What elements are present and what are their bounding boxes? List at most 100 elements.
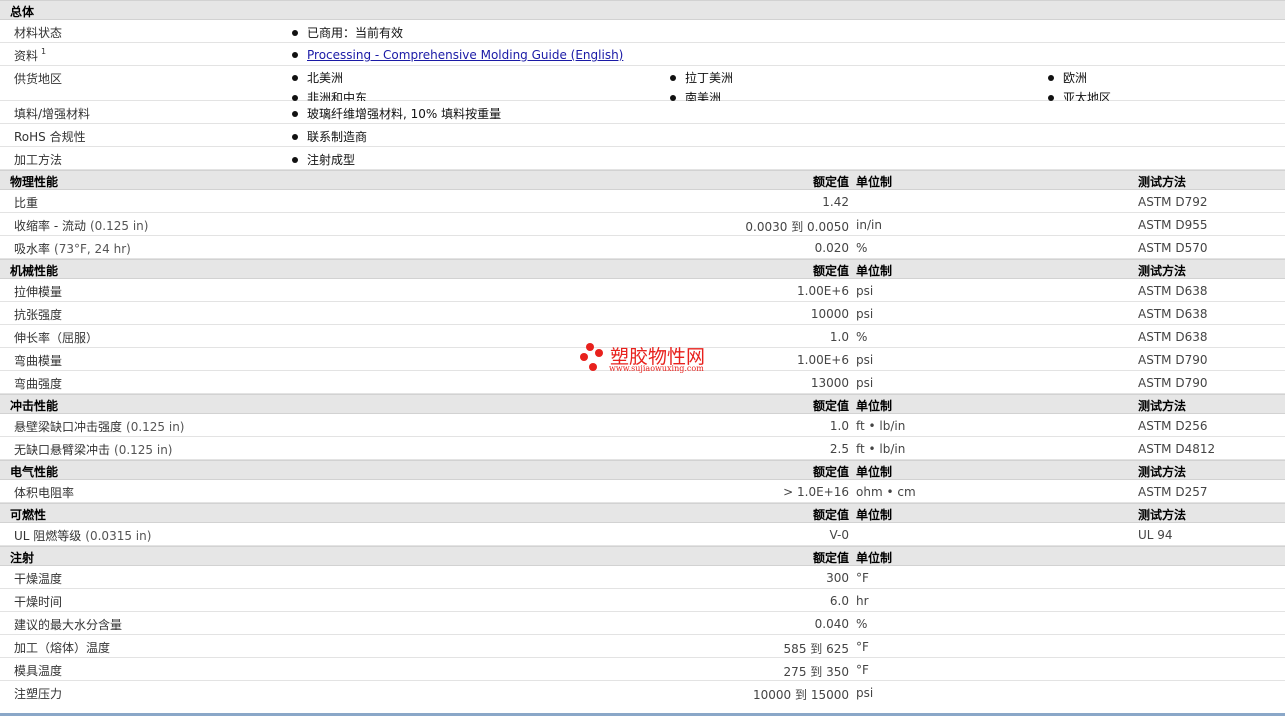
property-test-method: ASTM D4812 bbox=[1138, 442, 1216, 456]
property-value: > 1.0E+16 bbox=[783, 485, 849, 499]
property-value: 1.0 bbox=[829, 419, 849, 433]
region-north-america: 北美洲 bbox=[292, 69, 343, 86]
row-filler: 填料/增强材料 玻璃纤维增强材料, 10% 填料按重量 bbox=[0, 101, 1285, 124]
property-label: 干燥时间 bbox=[14, 595, 63, 609]
property-unit: % bbox=[856, 241, 868, 255]
property-unit: °F bbox=[856, 663, 869, 677]
property-test-method: ASTM D790 bbox=[1138, 376, 1208, 390]
property-value: 1.00E+6 bbox=[797, 353, 849, 367]
property-unit: °F bbox=[856, 640, 869, 654]
region-latin-america: 拉丁美洲 bbox=[670, 69, 733, 86]
bullet-item: 玻璃纤维增强材料, 10% 填料按重量 bbox=[292, 105, 501, 122]
property-unit: in/in bbox=[856, 218, 882, 232]
property-unit: psi bbox=[856, 376, 874, 390]
row-label: 材料状态 bbox=[14, 26, 63, 40]
property-value: 1.0 bbox=[829, 330, 849, 344]
header-unit: 单位制 bbox=[856, 264, 893, 278]
section-header: 冲击性能 额定值 单位制 测试方法 bbox=[0, 394, 1285, 414]
property-unit: ohm • cm bbox=[856, 485, 916, 499]
row-regions: 供货地区 北美洲 拉丁美洲 欧洲 非洲和中东 南美洲 亚太地区 bbox=[0, 66, 1285, 105]
property-row: 无缺口悬臂梁冲击 (0.125 in) 2.5 ft • lb/in ASTM D481… bbox=[0, 437, 1285, 460]
watermark-url: www.sujiaowuxing.com bbox=[609, 364, 704, 373]
bullet-icon bbox=[1048, 94, 1054, 101]
property-value: 275 到 350 bbox=[783, 665, 849, 679]
property-condition: (0.0315 in) bbox=[85, 529, 152, 543]
footnote-mark: 1 bbox=[41, 47, 47, 56]
property-test-method: ASTM D256 bbox=[1138, 419, 1208, 433]
property-condition: (0.125 in) bbox=[114, 443, 173, 457]
property-test-method: ASTM D638 bbox=[1138, 330, 1208, 344]
row-label: 资料 1 bbox=[14, 47, 47, 63]
property-label: 弯曲模量 bbox=[14, 354, 63, 368]
property-value: 10000 到 15000 bbox=[753, 688, 849, 702]
property-unit: % bbox=[856, 617, 868, 631]
region-europe: 欧洲 bbox=[1048, 69, 1087, 86]
property-label: 悬壁梁缺口冲击强度 (0.125 in) bbox=[14, 420, 185, 434]
property-unit: hr bbox=[856, 594, 869, 608]
property-label: 建议的最大水分含量 bbox=[14, 618, 123, 632]
section-title: 总体 bbox=[10, 5, 35, 19]
property-label: 模具温度 bbox=[14, 664, 63, 678]
property-label: UL 阻燃等级 (0.0315 in) bbox=[14, 529, 152, 543]
bullet-icon bbox=[292, 110, 298, 117]
property-value: 1.42 bbox=[822, 195, 849, 209]
bullet-icon bbox=[292, 29, 298, 36]
watermark-logo: 塑胶物性网 www.sujiaowuxing.com bbox=[578, 342, 728, 376]
row-label: 供货地区 bbox=[14, 72, 63, 86]
row-rohs: RoHS 合规性 联系制造商 bbox=[0, 124, 1285, 147]
property-test-method: UL 94 bbox=[1138, 528, 1173, 542]
property-row: 干燥温度 300 °F bbox=[0, 566, 1285, 589]
property-value: 300 bbox=[826, 571, 849, 585]
property-label: 抗张强度 bbox=[14, 308, 63, 322]
property-unit: °F bbox=[856, 571, 869, 585]
section-title: 注射 bbox=[10, 551, 35, 565]
header-value: 额定值 bbox=[812, 551, 849, 565]
property-value: 6.0 bbox=[829, 594, 849, 608]
property-test-method: ASTM D570 bbox=[1138, 241, 1208, 255]
property-row: 吸水率 (73°F, 24 hr) 0.020% ASTM D570 bbox=[0, 236, 1285, 259]
property-row: 比重 1.42 ASTM D792 bbox=[0, 190, 1285, 213]
row-label: 加工方法 bbox=[14, 153, 63, 167]
property-unit: psi bbox=[856, 353, 874, 367]
section-header: 物理性能 额定值 单位制 测试方法 bbox=[0, 170, 1285, 190]
section-title: 电气性能 bbox=[10, 465, 59, 479]
header-test-method: 测试方法 bbox=[1138, 399, 1187, 413]
section-title: 冲击性能 bbox=[10, 399, 59, 413]
section-header: 注射 额定值 单位制 bbox=[0, 546, 1285, 566]
property-value: 0.0030 到 0.0050 bbox=[745, 220, 849, 234]
bullet-icon bbox=[292, 51, 298, 58]
property-sections: 物理性能 额定值 单位制 测试方法 比重 1.42 ASTM D792 收缩率 - 流动 (0.… bbox=[0, 170, 1285, 704]
row-label: RoHS 合规性 bbox=[14, 130, 86, 144]
property-unit: ft • lb/in bbox=[856, 419, 906, 433]
property-test-method: ASTM D790 bbox=[1138, 353, 1208, 367]
bullet-item: Processing - Comprehensive Molding Guide… bbox=[292, 48, 623, 62]
header-unit: 单位制 bbox=[856, 551, 893, 565]
header-value: 额定值 bbox=[812, 264, 849, 278]
property-test-method: ASTM D638 bbox=[1138, 307, 1208, 321]
header-value: 额定值 bbox=[812, 465, 849, 479]
property-test-method: ASTM D955 bbox=[1138, 218, 1208, 232]
molding-guide-link[interactable]: Processing - Comprehensive Molding Guide… bbox=[307, 48, 623, 62]
header-value: 额定值 bbox=[812, 175, 849, 189]
property-test-method: ASTM D257 bbox=[1138, 485, 1208, 499]
property-label: 拉伸模量 bbox=[14, 285, 63, 299]
property-label: 弯曲强度 bbox=[14, 377, 63, 391]
property-row: 收缩率 - 流动 (0.125 in) 0.0030 到 0.0050 in/in AS… bbox=[0, 213, 1285, 236]
property-test-method: ASTM D638 bbox=[1138, 284, 1208, 298]
header-test-method: 测试方法 bbox=[1138, 465, 1187, 479]
property-unit: psi bbox=[856, 686, 874, 700]
property-label: 比重 bbox=[14, 196, 39, 210]
property-label: 干燥温度 bbox=[14, 572, 63, 586]
section-general-header: 总体 bbox=[0, 0, 1285, 20]
bullet-icon bbox=[670, 74, 676, 81]
section-header: 电气性能 额定值 单位制 测试方法 bbox=[0, 460, 1285, 480]
property-value: 13000 bbox=[810, 376, 849, 390]
bullet-icon bbox=[1048, 74, 1054, 81]
section-title: 机械性能 bbox=[10, 264, 59, 278]
property-row: 拉伸模量 1.00E+6 psi ASTM D638 bbox=[0, 279, 1285, 302]
property-test-method: ASTM D792 bbox=[1138, 195, 1208, 209]
watermark-dots-icon bbox=[580, 343, 603, 371]
property-unit: % bbox=[856, 330, 868, 344]
property-row: 干燥时间 6.0 hr bbox=[0, 589, 1285, 612]
property-condition: (0.125 in) bbox=[126, 420, 185, 434]
